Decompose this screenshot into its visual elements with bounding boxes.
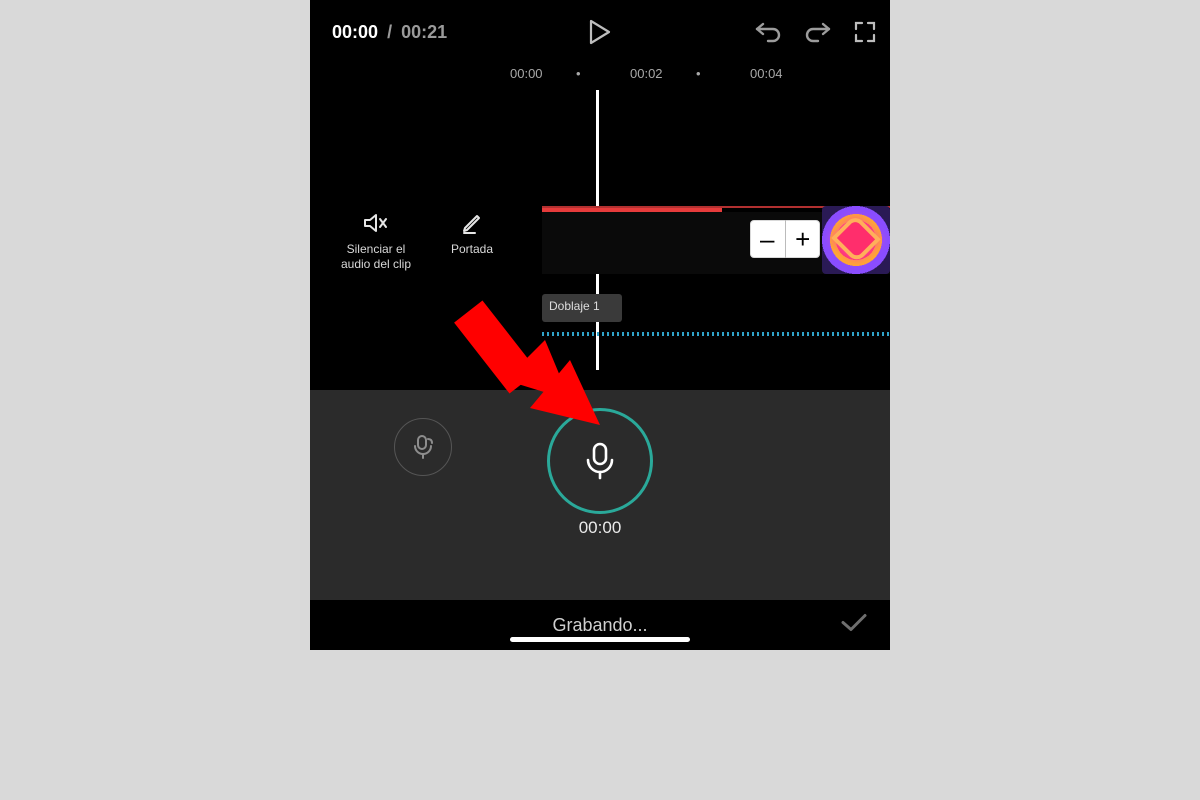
editor-screen: 00:00 / 00:21 00:00 •	[310, 0, 890, 650]
clip-thumbnail[interactable]	[822, 206, 890, 274]
redo-button[interactable]	[804, 21, 832, 43]
recording-panel: 00:00	[310, 390, 890, 600]
confirm-button[interactable]	[840, 613, 868, 638]
playback-time: 00:00 / 00:21	[332, 22, 447, 43]
ruler-dot: •	[576, 66, 581, 81]
record-button[interactable]	[547, 408, 653, 514]
ruler-dot: •	[696, 66, 701, 81]
ruler-tick: 00:04	[750, 66, 783, 81]
home-indicator[interactable]	[510, 637, 690, 642]
transport-bar: 00:00 / 00:21	[310, 0, 890, 64]
time-separator: /	[387, 22, 392, 42]
total-time: 00:21	[401, 22, 447, 42]
zoom-in-button[interactable]: +	[786, 220, 821, 258]
play-button[interactable]	[588, 19, 612, 45]
current-time: 00:00	[332, 22, 378, 42]
ruler-tick: 00:02	[630, 66, 663, 81]
audio-waveform-track[interactable]	[542, 332, 890, 336]
ruler-tick: 00:00	[510, 66, 543, 81]
bottom-bar: Grabando...	[310, 600, 890, 650]
voice-effect-button[interactable]	[394, 418, 452, 476]
fullscreen-button[interactable]	[854, 21, 876, 43]
time-ruler[interactable]: 00:00 • 00:02 • 00:04	[310, 62, 890, 88]
zoom-control: – +	[750, 220, 820, 258]
record-elapsed: 00:00	[579, 518, 622, 538]
undo-button[interactable]	[754, 21, 782, 43]
zoom-out-button[interactable]: –	[750, 220, 786, 258]
dub-audio-clip[interactable]: Doblaje 1	[542, 294, 622, 322]
timeline[interactable]: – + Doblaje 1	[310, 194, 890, 394]
recording-status: Grabando...	[552, 615, 647, 636]
